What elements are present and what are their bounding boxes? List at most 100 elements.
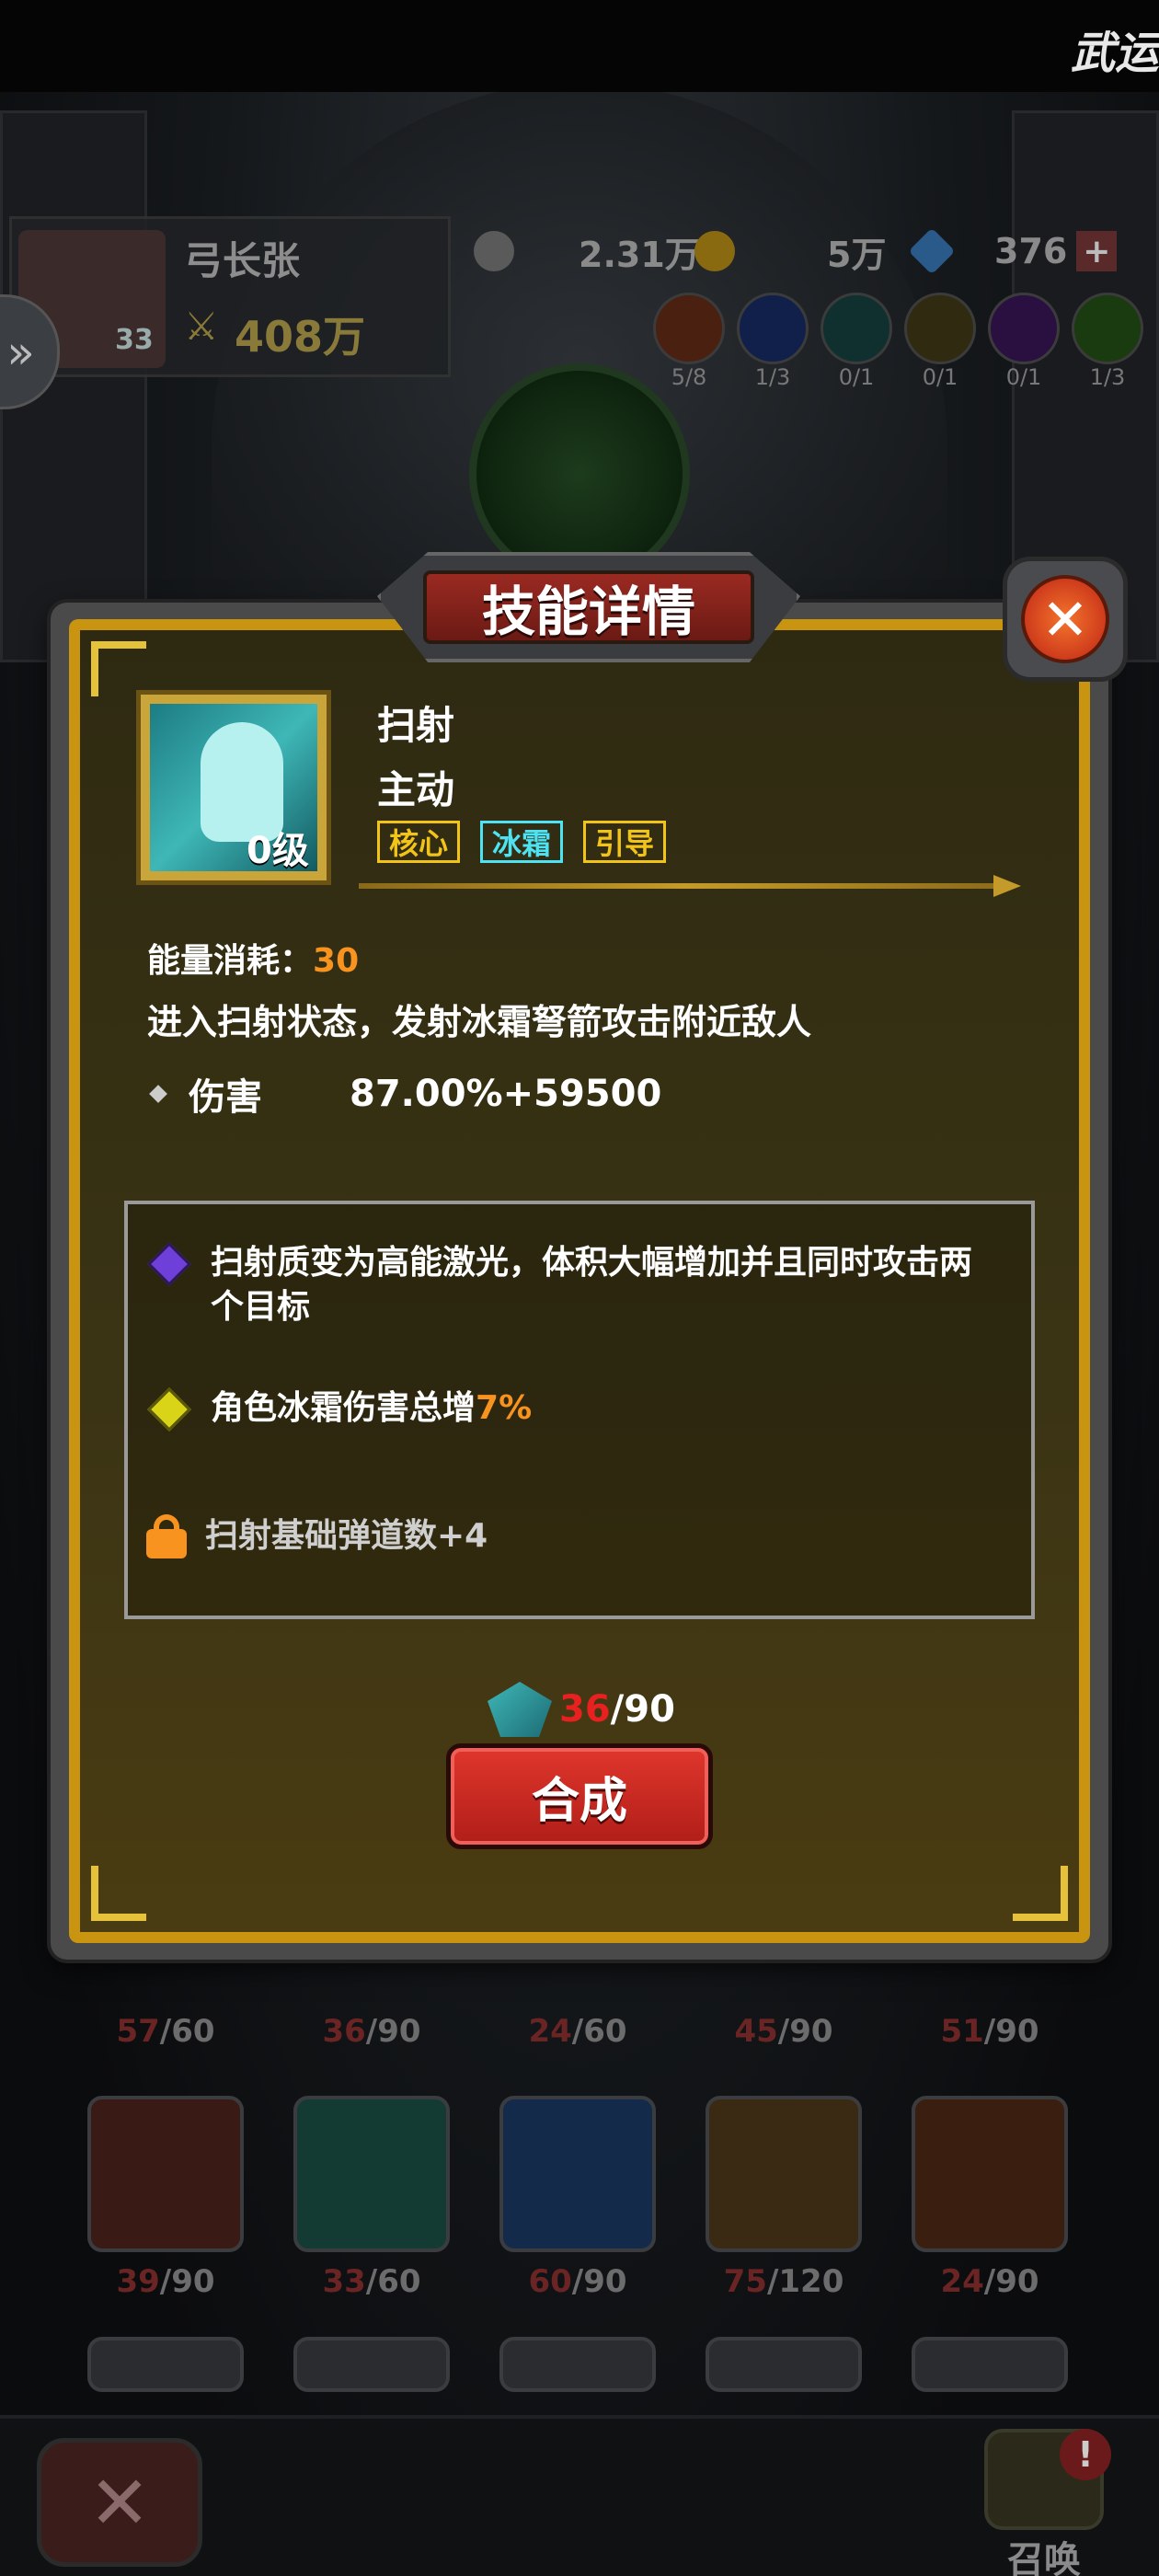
slot-progress-current: 39 — [116, 2263, 160, 2300]
corner-ornament — [91, 1866, 146, 1921]
slot-progress: 24/60 — [499, 2013, 656, 2050]
slot-progress-total: /60 — [365, 2263, 421, 2300]
upgrade-text: 角色冰霜伤害总增7% — [211, 1386, 1002, 1431]
dialog-title: 技能详情 — [423, 570, 754, 644]
diamond-icon — [908, 227, 956, 275]
inventory-slot[interactable]: 24/90 — [912, 2096, 1068, 2300]
skill-tags: 核心 冰霜 引导 — [377, 821, 667, 863]
top-bar: 武运 — [0, 0, 1159, 92]
inventory-slot[interactable] — [499, 2337, 656, 2392]
bullet-icon — [149, 1085, 167, 1103]
element-count: 1/3 — [1089, 364, 1126, 390]
inventory-slot[interactable] — [87, 2337, 244, 2392]
notification-badge: ! — [1060, 2429, 1111, 2480]
element-count: 5/8 — [671, 364, 707, 390]
inventory-slot[interactable]: 51/90 — [912, 1960, 1068, 2050]
skill-name: 扫射 — [377, 703, 455, 748]
skill-level: 0级 — [247, 830, 309, 872]
inventory-slot[interactable]: 75/120 — [706, 2096, 862, 2300]
synthesize-button[interactable]: 合成 — [446, 1743, 713, 1849]
silver-currency: 2.31万 — [474, 228, 700, 275]
slot-progress-total: /60 — [159, 2013, 215, 2050]
element-fire[interactable]: 5/8 — [653, 293, 725, 390]
summon-label: 召唤 — [1007, 2539, 1081, 2576]
skill-inventory-grid: 57/60 36/90 24/60 45/90 51/90 39/90 33/6… — [87, 1960, 1081, 2392]
slot-progress: 33/60 — [293, 2263, 450, 2300]
dialog-close-button[interactable]: ✕ — [1003, 557, 1128, 682]
slot-progress-current: 75 — [723, 2263, 767, 2300]
gold-value: 5万 — [827, 234, 887, 275]
upgrade-item: 角色冰霜伤害总增7% — [146, 1386, 1002, 1432]
flame-fragment-icon — [912, 2096, 1068, 2252]
inventory-row: 57/60 36/90 24/60 45/90 51/90 — [87, 1960, 1081, 2050]
inventory-slot[interactable]: 36/90 — [293, 1960, 450, 2050]
crossed-swords-icon: ⚔ — [184, 304, 219, 349]
element-ice[interactable]: 1/3 — [737, 293, 809, 390]
tag-core: 核心 — [377, 821, 461, 863]
inventory-slot[interactable] — [912, 2337, 1068, 2392]
element-nature[interactable]: 1/3 — [1072, 293, 1143, 390]
slot-progress-current: 33 — [322, 2263, 366, 2300]
ice-icon — [737, 293, 809, 364]
inventory-slot[interactable]: 45/90 — [706, 1960, 862, 2050]
slot-progress: 36/90 — [293, 2013, 450, 2050]
slot-progress: 45/90 — [706, 2013, 862, 2050]
earth-icon — [904, 293, 976, 364]
bottom-close-button[interactable]: ✕ — [37, 2438, 202, 2567]
element-count: 1/3 — [754, 364, 791, 390]
inventory-slot[interactable]: 60/90 — [499, 2096, 656, 2300]
yellow-gem-icon — [146, 1386, 192, 1432]
damage-value: 87.00%+59500 — [350, 1073, 662, 1115]
inventory-slot[interactable]: 39/90 — [87, 2096, 244, 2300]
slot-progress-current: 60 — [528, 2263, 572, 2300]
upgrade-highlight: 7% — [476, 1389, 533, 1427]
gold-coin-icon — [694, 231, 735, 271]
dialog-title-banner: 技能详情 — [377, 543, 800, 662]
summon-button[interactable]: 召唤 ! — [966, 2429, 1122, 2576]
nature-icon — [1072, 293, 1143, 364]
tag-guide: 引导 — [583, 821, 667, 863]
element-earth[interactable]: 0/1 — [904, 293, 976, 390]
orb-fragment-icon — [706, 2096, 862, 2252]
inventory-slot[interactable]: 33/60 — [293, 2096, 450, 2300]
diamond-currency: 376 + — [908, 227, 1118, 275]
slot-progress-total: /90 — [365, 2013, 421, 2050]
purple-gem-icon — [146, 1241, 192, 1287]
element-wind[interactable]: 0/1 — [820, 293, 892, 390]
damage-row: 伤害 87.00%+59500 — [149, 1067, 662, 1121]
arrow-divider — [359, 875, 1021, 897]
skill-type: 主动 — [377, 767, 455, 812]
upgrade-list: 扫射质变为高能激光，体积大幅增加并且同时攻击两个目标 角色冰霜伤害总增7% 扫射… — [124, 1201, 1035, 1619]
element-count: 0/1 — [1005, 364, 1042, 390]
slot-progress-total: /90 — [571, 2263, 627, 2300]
slot-progress-current: 24 — [940, 2263, 984, 2300]
inventory-slot[interactable] — [706, 2337, 862, 2392]
slot-progress-total: /120 — [766, 2263, 844, 2300]
inventory-row — [87, 2337, 1081, 2392]
combat-power: 408万 — [235, 312, 366, 362]
inventory-slot[interactable]: 24/60 — [499, 1960, 656, 2050]
close-icon: ✕ — [1021, 575, 1109, 663]
crystal-fragment-icon — [293, 2096, 450, 2252]
slot-progress-total: /90 — [777, 2013, 833, 2050]
element-shadow[interactable]: 0/1 — [988, 293, 1060, 390]
vortex-fragment-icon — [499, 2096, 656, 2252]
add-diamond-button[interactable]: + — [1076, 231, 1118, 271]
fragment-tile — [293, 2337, 450, 2392]
fire-icon — [653, 293, 725, 364]
damage-label: 伤害 — [189, 1076, 262, 1119]
slot-progress: 60/90 — [499, 2263, 656, 2300]
inventory-row: 39/90 33/60 60/90 75/120 24/90 — [87, 2096, 1081, 2300]
slot-progress-current: 51 — [940, 2013, 984, 2050]
slot-progress: 51/90 — [912, 2013, 1068, 2050]
upgrade-text-prefix: 角色冰霜伤害总增 — [211, 1389, 476, 1427]
upgrade-text: 扫射质变为高能激光，体积大幅增加并且同时攻击两个目标 — [211, 1244, 973, 1326]
slot-progress: 57/60 — [87, 2013, 244, 2050]
inventory-slot[interactable]: 57/60 — [87, 1960, 244, 2050]
fragment-current: 36 — [559, 1688, 611, 1731]
slot-progress: 39/90 — [87, 2263, 244, 2300]
gold-currency: 5万 — [694, 228, 887, 275]
inventory-slot[interactable] — [293, 2337, 450, 2392]
upgrade-item-locked: 扫射基础弹道数+4 — [146, 1514, 996, 1558]
fragment-tile — [912, 2337, 1068, 2392]
